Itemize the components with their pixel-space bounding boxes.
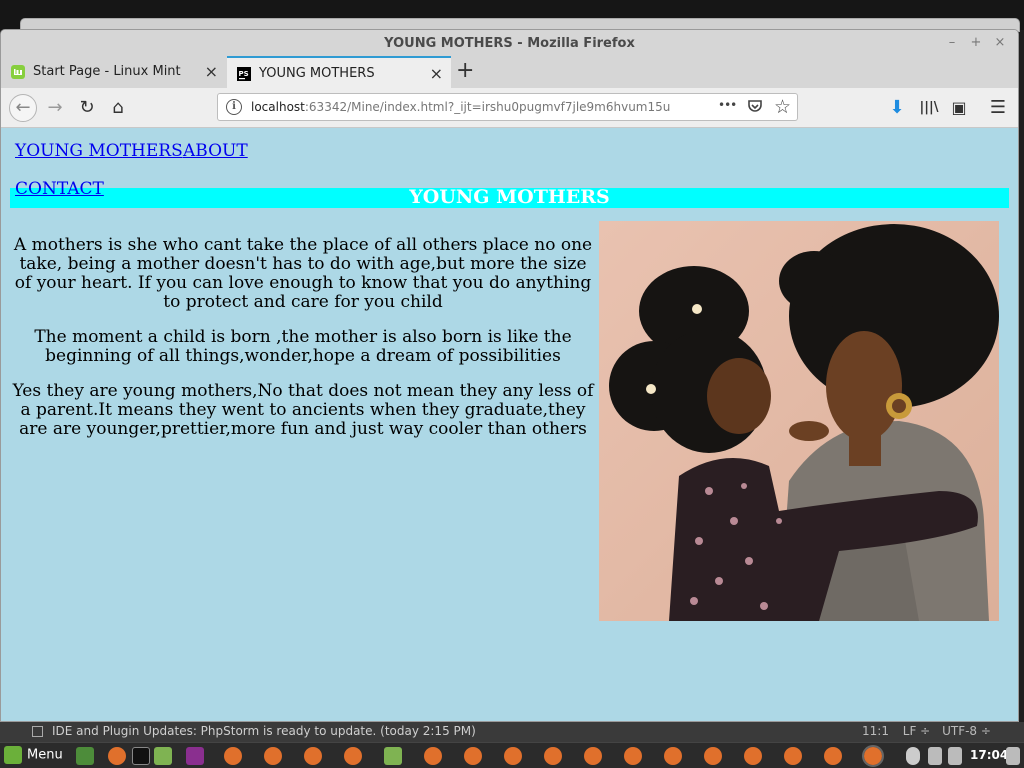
firefox-window-icon[interactable] [744, 747, 762, 765]
tab-label: YOUNG MOTHERS [259, 66, 375, 81]
terminal-icon[interactable] [132, 747, 150, 765]
ide-status-bar: IDE and Plugin Updates: PhpStorm is read… [0, 722, 1024, 742]
firefox-window-icon[interactable] [784, 747, 802, 765]
firefox-window-icon[interactable] [464, 747, 482, 765]
minimize-button[interactable]: – [943, 34, 961, 52]
folder-window-icon[interactable] [384, 747, 402, 765]
firefox-window-icon[interactable] [824, 747, 842, 765]
phpstorm-taskbar-icon[interactable] [186, 747, 204, 765]
url-path: :63342/Mine/index.html?_ijt=irshu0pugmvf… [304, 100, 671, 114]
close-tab-icon[interactable]: × [205, 62, 218, 81]
close-tab-icon[interactable]: × [430, 64, 443, 83]
cursor-position[interactable]: 11:1 [862, 724, 889, 738]
header-banner: YOUNG MOTHERS [10, 186, 1009, 208]
tab-start-page[interactable]: Start Page - Linux Mint × [1, 56, 226, 88]
paragraph: A mothers is she who cant take the place… [13, 235, 593, 312]
paragraph: Yes they are young mothers,No that does … [12, 381, 594, 439]
show-desktop-icon[interactable] [76, 747, 94, 765]
reload-button[interactable]: ↻ [75, 96, 99, 120]
nav-link-contact[interactable]: CONTACT [15, 179, 104, 199]
file-encoding[interactable]: UTF-8 ÷ [942, 724, 991, 738]
firefox-window-icon[interactable] [504, 747, 522, 765]
linux-mint-icon [4, 746, 22, 764]
home-button[interactable]: ⌂ [106, 96, 130, 120]
firefox-active-window-icon[interactable] [862, 745, 884, 767]
phpstorm-icon: PS [237, 67, 251, 81]
files-icon[interactable] [154, 747, 172, 765]
user-icon[interactable] [906, 747, 920, 765]
navigation-toolbar: ← → ↻ ⌂ i localhost:63342/Mine/index.htm… [1, 88, 1018, 128]
firefox-window-icon[interactable] [544, 747, 562, 765]
info-icon[interactable]: i [226, 99, 242, 115]
pocket-icon[interactable] [747, 98, 763, 118]
new-tab-button[interactable]: + [456, 58, 474, 83]
firefox-launcher-icon[interactable] [108, 747, 126, 765]
firefox-window-icon[interactable] [224, 747, 242, 765]
firefox-window-icon[interactable] [584, 747, 602, 765]
start-menu-button[interactable]: Menu [4, 746, 63, 766]
url-host: localhost [251, 100, 305, 114]
nav-link-young-mothers[interactable]: YOUNG MOTHERS [15, 141, 183, 161]
menu-label: Menu [27, 747, 63, 763]
window-icon[interactable] [32, 726, 43, 737]
back-button[interactable]: ← [9, 94, 37, 122]
close-window-button[interactable]: × [991, 34, 1009, 52]
svg-text:PS: PS [239, 70, 249, 78]
ide-update-message[interactable]: IDE and Plugin Updates: PhpStorm is read… [52, 724, 476, 738]
forward-button[interactable]: → [43, 96, 67, 120]
url-text[interactable]: localhost:63342/Mine/index.html?_ijt=irs… [251, 100, 670, 114]
firefox-window-icon[interactable] [704, 747, 722, 765]
tab-label: Start Page - Linux Mint [33, 64, 181, 79]
tab-young-mothers[interactable]: PS YOUNG MOTHERS × [227, 56, 451, 88]
firefox-window-icon[interactable] [424, 747, 442, 765]
firefox-window-icon[interactable] [304, 747, 322, 765]
article-text: A mothers is she who cant take the place… [9, 236, 597, 455]
linux-mint-icon [11, 65, 25, 79]
line-ending[interactable]: LF ÷ [903, 724, 930, 738]
sidebar-icon[interactable]: ▣ [947, 96, 971, 120]
window-title: YOUNG MOTHERS - Mozilla Firefox [384, 36, 635, 51]
nav-link-about[interactable]: ABOUT [183, 141, 248, 161]
page-content: YOUNG MOTHERS ABOUT YOUNG MOTHERS CONTAC… [1, 128, 1018, 721]
firefox-window-icon[interactable] [624, 747, 642, 765]
firefox-window-icon[interactable] [344, 747, 362, 765]
page-actions-icon[interactable]: ••• [718, 98, 737, 112]
mother-and-daughter-photo [599, 221, 999, 621]
taskbar: Menu 17:04 [0, 742, 1024, 768]
hamburger-menu-icon[interactable]: ☰ [986, 96, 1010, 120]
page-title: YOUNG MOTHERS [409, 186, 610, 208]
paragraph: The moment a child is born ,the mother i… [34, 327, 572, 366]
volume-icon[interactable] [948, 747, 962, 765]
notifications-icon[interactable] [1006, 747, 1020, 765]
download-icon[interactable]: ⬇ [885, 96, 909, 120]
network-icon[interactable] [928, 747, 942, 765]
url-bar[interactable]: i localhost:63342/Mine/index.html?_ijt=i… [217, 93, 798, 121]
maximize-button[interactable]: + [967, 34, 985, 52]
library-icon[interactable]: |||\ [917, 96, 941, 120]
bookmark-star-icon[interactable]: ☆ [774, 96, 791, 118]
tab-strip: Start Page - Linux Mint × PS YOUNG MOTHE… [1, 56, 1018, 88]
title-bar[interactable]: YOUNG MOTHERS - Mozilla Firefox – + × [1, 30, 1018, 56]
firefox-window-icon[interactable] [264, 747, 282, 765]
firefox-window: YOUNG MOTHERS - Mozilla Firefox – + × St… [0, 29, 1019, 722]
ide-status-info: 11:1 LF ÷ UTF-8 ÷ [862, 724, 991, 738]
firefox-window-icon[interactable] [664, 747, 682, 765]
clock[interactable]: 17:04 [970, 748, 1008, 762]
